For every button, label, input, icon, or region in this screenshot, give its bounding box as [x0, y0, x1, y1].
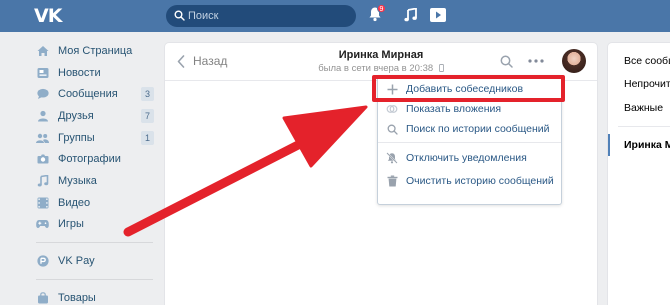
- search-input[interactable]: [188, 8, 348, 24]
- bag-icon: [36, 291, 49, 304]
- menu-item-search-history[interactable]: Поиск по истории сообщений: [378, 119, 561, 139]
- notification-badge: 9: [377, 4, 386, 13]
- search-box[interactable]: [166, 5, 356, 27]
- more-icon[interactable]: [528, 59, 544, 63]
- friends-icon: [36, 109, 49, 122]
- sidebar-item-vkpay[interactable]: VK Pay: [32, 250, 157, 272]
- sidebar-divider: [36, 242, 153, 244]
- sidebar-item-label: Видео: [58, 196, 91, 209]
- vkpay-icon: [36, 255, 49, 268]
- right-panel-divider: [618, 126, 670, 127]
- left-sidebar: Моя Страница Новости Сообщения 3 Друзья …: [32, 40, 157, 305]
- sidebar-item-label: Товары: [58, 291, 96, 304]
- sidebar-item-friends[interactable]: Друзья 7: [32, 105, 157, 127]
- chat-last-seen-status: была в сети вчера в 20:38: [165, 63, 597, 74]
- friends-count-badge: 7: [141, 109, 154, 124]
- filter-unread[interactable]: Непрочитанные: [608, 73, 670, 95]
- menu-divider: [378, 142, 561, 143]
- attachment-icon: [386, 103, 398, 115]
- chat-actions-menu: Добавить собеседников Показать вложения …: [377, 75, 562, 205]
- sidebar-item-label: Новости: [58, 66, 101, 79]
- plus-icon: [386, 83, 398, 95]
- menu-item-label: Показать вложения: [406, 103, 502, 115]
- menu-item-label: Поиск по истории сообщений: [406, 123, 550, 135]
- mobile-icon: [438, 64, 444, 72]
- menu-item-clear-history[interactable]: Очистить историю сообщений: [378, 171, 561, 191]
- news-icon: [36, 66, 49, 79]
- sidebar-item-music[interactable]: Музыка: [32, 170, 157, 192]
- search-icon: [386, 123, 398, 135]
- menu-item-label: Добавить собеседников: [406, 83, 524, 95]
- filter-important[interactable]: Важные: [608, 97, 670, 119]
- sidebar-item-label: VK Pay: [58, 255, 95, 268]
- sidebar-divider: [36, 278, 153, 280]
- gamepad-icon: [36, 218, 49, 231]
- sidebar-item-label: Моя Страница: [58, 44, 133, 57]
- menu-item-mute-notifications[interactable]: Отключить уведомления: [378, 148, 561, 168]
- camera-icon: [36, 153, 49, 166]
- avatar[interactable]: [562, 49, 586, 73]
- search-icon[interactable]: [500, 55, 513, 68]
- last-seen-text: была в сети вчера в 20:38: [318, 63, 434, 74]
- filter-all-messages[interactable]: Все сообщения: [608, 50, 670, 72]
- sidebar-item-label: Фотографии: [58, 153, 121, 166]
- video-icon: [36, 196, 49, 209]
- music-icon: [36, 174, 49, 187]
- sidebar-item-video[interactable]: Видео: [32, 192, 157, 214]
- groups-icon: [36, 131, 49, 144]
- groups-count-badge: 1: [141, 130, 154, 145]
- menu-item-label: Очистить историю сообщений: [406, 175, 554, 187]
- sidebar-item-label: Друзья: [58, 109, 94, 122]
- search-icon: [174, 10, 185, 21]
- sidebar-item-label: Музыка: [58, 174, 97, 187]
- sidebar-item-groups[interactable]: Группы 1: [32, 127, 157, 149]
- messages-count-badge: 3: [141, 87, 154, 102]
- play-icon[interactable]: [430, 8, 446, 22]
- sidebar-item-label: Сообщения: [58, 88, 118, 101]
- conversation-item-active[interactable]: Иринка Мирная: [608, 134, 670, 156]
- sidebar-item-news[interactable]: Новости: [32, 62, 157, 84]
- menu-item-add-participants[interactable]: Добавить собеседников: [378, 79, 561, 99]
- mute-icon: [386, 152, 398, 164]
- sidebar-item-photos[interactable]: Фотографии: [32, 148, 157, 170]
- trash-icon: [386, 175, 398, 187]
- vk-logo[interactable]: VK: [34, 5, 62, 27]
- menu-item-label: Отключить уведомления: [406, 152, 527, 164]
- menu-item-show-attachments[interactable]: Показать вложения: [378, 99, 561, 119]
- right-filter-panel: Все сообщения Непрочитанные Важные Иринк…: [608, 43, 670, 305]
- sidebar-item-my-page[interactable]: Моя Страница: [32, 40, 157, 62]
- sidebar-item-label: Группы: [58, 131, 95, 144]
- sidebar-item-goods[interactable]: Товары: [32, 287, 157, 305]
- sidebar-item-messages[interactable]: Сообщения 3: [32, 83, 157, 105]
- sidebar-item-label: Игры: [58, 218, 84, 231]
- messages-icon: [36, 88, 49, 101]
- music-icon[interactable]: [404, 8, 418, 22]
- sidebar-item-games[interactable]: Игры: [32, 214, 157, 236]
- top-bar: VK 9: [0, 0, 670, 32]
- home-icon: [36, 44, 49, 57]
